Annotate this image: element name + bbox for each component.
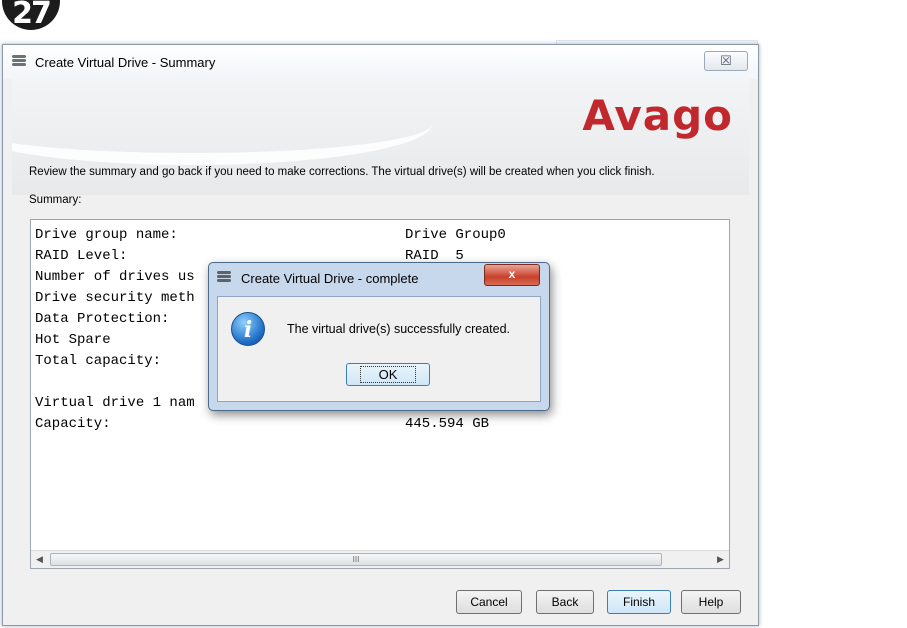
- scrollbar-thumb[interactable]: III: [50, 553, 662, 566]
- summary-row-label: Drive security meth: [35, 290, 195, 306]
- instruction-text: Review the summary and go back if you ne…: [29, 166, 655, 178]
- dialog-close-button[interactable]: x: [484, 264, 540, 286]
- avago-logo: Avago: [582, 91, 733, 140]
- summary-row-label: Number of drives us: [35, 269, 195, 285]
- back-button[interactable]: Back: [536, 590, 594, 614]
- database-icon: [12, 55, 26, 69]
- summary-label: Summary:: [29, 194, 82, 206]
- dialog-body: i The virtual drive(s) successfully crea…: [217, 296, 541, 402]
- horizontal-scrollbar[interactable]: ◀ III ▶: [31, 550, 729, 568]
- scroll-right-icon[interactable]: ▶: [712, 551, 729, 568]
- dialog-message: The virtual drive(s) successfully create…: [287, 322, 510, 336]
- summary-row-label: Drive group name:: [35, 227, 178, 243]
- dialog-title: Create Virtual Drive - complete: [241, 271, 419, 286]
- summary-row-label: Hot Spare: [35, 332, 111, 348]
- summary-row-label: Capacity:: [35, 416, 111, 432]
- summary-row-label: Data Protection:: [35, 311, 170, 327]
- summary-row-label: Total capacity:: [35, 353, 162, 369]
- completion-dialog: Create Virtual Drive - complete x i The …: [208, 262, 550, 411]
- step-number-badge: 27: [2, 0, 60, 30]
- info-icon: i: [231, 312, 265, 346]
- ok-button[interactable]: OK: [346, 363, 430, 386]
- window-titlebar: Create Virtual Drive - Summary ☒: [3, 45, 758, 79]
- summary-row-label: Virtual drive 1 nam: [35, 395, 195, 411]
- banner-swoosh: [12, 83, 432, 165]
- ok-button-label: OK: [359, 366, 417, 383]
- summary-row-value: 445.594 GB: [405, 416, 490, 432]
- cancel-button[interactable]: Cancel: [456, 590, 522, 614]
- database-icon: [217, 271, 231, 285]
- summary-row-label: RAID Level:: [35, 248, 128, 264]
- help-button[interactable]: Help: [681, 590, 741, 614]
- finish-button[interactable]: Finish: [607, 590, 671, 614]
- window-close-button[interactable]: ☒: [704, 51, 748, 71]
- scroll-left-icon[interactable]: ◀: [31, 551, 48, 568]
- window-title: Create Virtual Drive - Summary: [35, 55, 216, 70]
- summary-row-value: Drive Group0: [405, 227, 506, 243]
